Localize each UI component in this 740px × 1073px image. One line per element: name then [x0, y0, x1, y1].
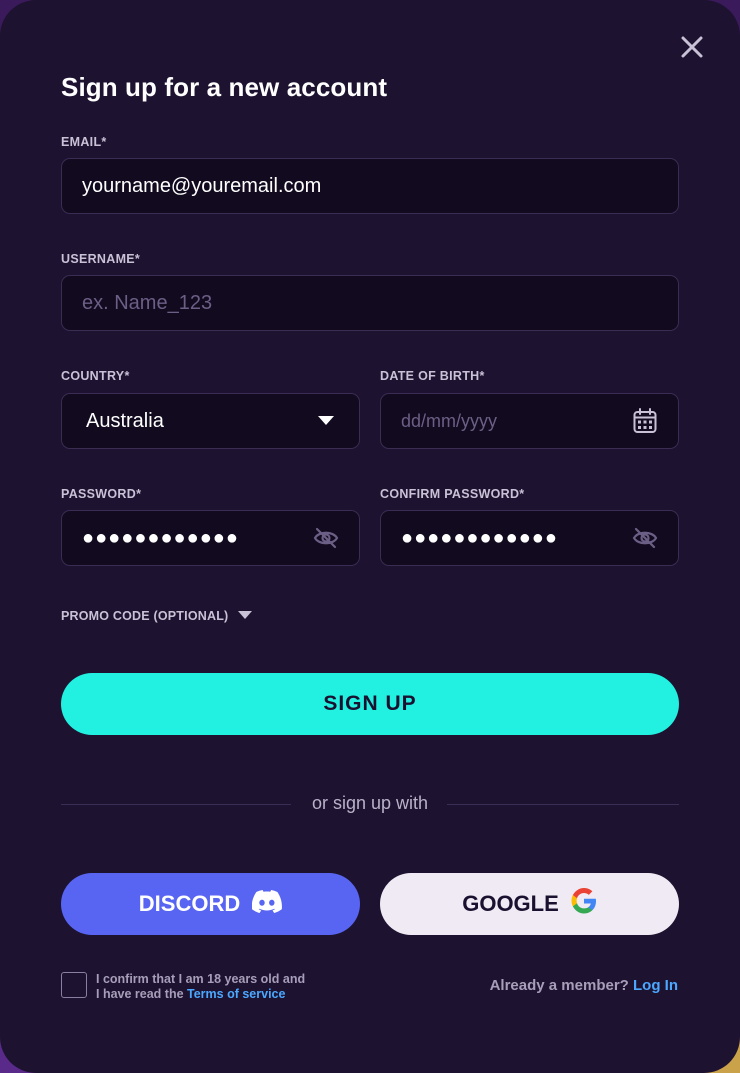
confirm-line2: I have read the Terms of service [96, 987, 305, 1002]
eye-off-icon[interactable] [313, 525, 339, 551]
divider-text: or sign up with [311, 793, 429, 813]
discord-signup-button[interactable]: DISCORD [61, 873, 360, 935]
email-label: EMAIL* [61, 135, 107, 149]
promo-code-label: PROMO CODE (OPTIONAL) [61, 609, 229, 623]
email-field[interactable] [82, 174, 658, 198]
country-label: COUNTRY* [61, 369, 130, 383]
google-signup-button[interactable]: GOOGLE [380, 873, 679, 935]
promo-code-toggle[interactable]: PROMO CODE (OPTIONAL) [61, 607, 253, 625]
already-member-text: Already a member? [489, 977, 633, 994]
confirm-password-field[interactable]: ●●●●●●●●●●●● [380, 510, 679, 566]
username-label: USERNAME* [61, 252, 141, 266]
eye-off-icon[interactable] [632, 525, 658, 551]
dob-label: DATE OF BIRTH* [380, 369, 485, 383]
divider-left [61, 804, 291, 805]
username-field-wrapper [61, 275, 679, 331]
confirm-text: I confirm that I am 18 years old and I h… [96, 972, 305, 1002]
username-field[interactable] [82, 291, 658, 315]
signup-dialog: Sign up for a new account EMAIL* USERNAM… [0, 0, 740, 1073]
google-label: GOOGLE [462, 891, 559, 916]
sign-up-button[interactable]: SIGN UP [61, 673, 679, 735]
email-field-wrapper [61, 158, 679, 214]
country-selected-value: Australia [86, 409, 164, 432]
confirm-password-label: CONFIRM PASSWORD* [380, 487, 525, 501]
age-terms-checkbox[interactable] [61, 972, 87, 998]
google-icon [571, 888, 597, 920]
divider-right [447, 804, 679, 805]
password-label: PASSWORD* [61, 487, 142, 501]
log-in-link[interactable]: Log In [633, 977, 678, 994]
close-icon [681, 36, 703, 58]
password-field[interactable]: ●●●●●●●●●●●● [61, 510, 360, 566]
discord-icon [251, 889, 283, 919]
caret-down-icon [238, 607, 253, 625]
confirm-password-masked-value: ●●●●●●●●●●●● [401, 526, 558, 549]
discord-label: DISCORD [138, 891, 241, 916]
terms-of-service-link[interactable]: Terms of service [187, 987, 285, 1001]
dob-placeholder: dd/mm/yyyy [401, 410, 498, 431]
confirm-line2-prefix: I have read the [96, 987, 188, 1001]
password-masked-value: ●●●●●●●●●●●● [82, 526, 239, 549]
dialog-title: Sign up for a new account [61, 72, 388, 102]
already-member: Already a member? Log In [490, 977, 678, 994]
country-select[interactable]: Australia [61, 393, 360, 449]
dob-field[interactable]: dd/mm/yyyy [380, 393, 679, 449]
caret-down-icon [313, 408, 339, 434]
close-button[interactable] [678, 33, 706, 61]
calendar-icon[interactable] [632, 408, 658, 434]
confirm-line1: I confirm that I am 18 years old and [96, 972, 306, 986]
